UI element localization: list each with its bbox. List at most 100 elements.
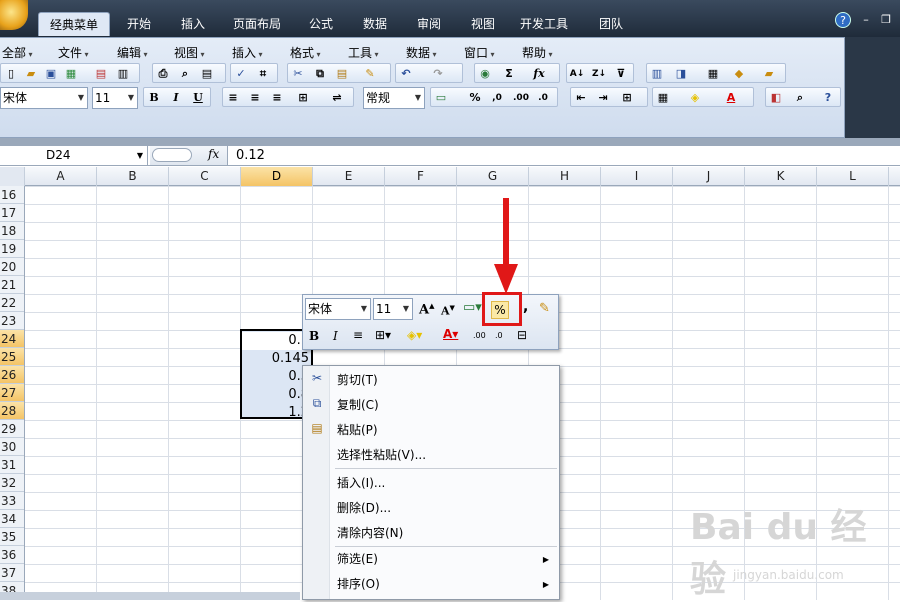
borders-icon[interactable]: ⊞	[619, 90, 635, 106]
new-file-icon[interactable]: ▯	[3, 66, 19, 82]
row-header[interactable]: 31	[0, 456, 24, 474]
row-header[interactable]: 23	[0, 312, 24, 330]
context-clear-contents[interactable]: 清除内容(N)	[337, 522, 403, 544]
menu-view[interactable]: 视图 ▾	[174, 44, 205, 61]
merge-center-icon[interactable]: ⊞	[295, 90, 311, 106]
context-copy[interactable]: 复制(C)	[337, 394, 379, 416]
row-header-selected[interactable]: 27	[0, 384, 24, 402]
tab-formulas[interactable]: 公式	[300, 12, 342, 36]
bold-button[interactable]: B	[146, 90, 162, 106]
mini-fill-color-icon[interactable]: ◈▾	[407, 328, 422, 342]
mini-center-icon[interactable]: ≡	[353, 328, 363, 342]
mini-comma-button[interactable]: ,	[523, 299, 528, 315]
column-header[interactable]: H	[529, 167, 601, 186]
menu-tools[interactable]: 工具 ▾	[348, 44, 379, 61]
align-left-icon[interactable]: ≡	[225, 90, 241, 106]
font-name-select[interactable]: 宋体 ▼	[0, 87, 88, 109]
format-painter-icon[interactable]: ✎	[539, 301, 550, 316]
copy-icon[interactable]: ⧉	[312, 66, 328, 82]
column-header[interactable]: A	[25, 167, 97, 186]
border-grid-icon[interactable]: ▦	[655, 90, 671, 106]
name-box[interactable]: D24 ▼	[0, 146, 148, 165]
column-header[interactable]: I	[601, 167, 673, 186]
column-header[interactable]: C	[169, 167, 241, 186]
wrap-text-icon[interactable]: ⇌	[329, 90, 345, 106]
mini-merge-icon[interactable]: ⊟	[517, 328, 527, 342]
permission-icon[interactable]: ▥	[115, 66, 131, 82]
formula-input[interactable]: 0.12	[236, 146, 265, 165]
row-header[interactable]: 32	[0, 474, 24, 492]
undo-icon[interactable]: ↶	[398, 66, 414, 82]
column-header[interactable]: F	[385, 167, 457, 186]
row-header[interactable]: 34	[0, 510, 24, 528]
mini-font-color-icon[interactable]: A▾	[443, 327, 458, 341]
decrease-indent-icon[interactable]: ⇤	[573, 90, 589, 106]
menu-insert[interactable]: 插入 ▾	[232, 44, 263, 61]
help-icon[interactable]: ?	[835, 12, 851, 28]
currency-icon[interactable]: ▭	[433, 90, 449, 106]
sort-descending-icon[interactable]: Z↓	[591, 66, 607, 82]
row-header[interactable]: 20	[0, 258, 24, 276]
tab-classic-menu[interactable]: 经典菜单	[38, 12, 110, 36]
menu-help[interactable]: 帮助 ▾	[522, 44, 553, 61]
increase-indent-icon[interactable]: ⇥	[595, 90, 611, 106]
minimize-icon[interactable]: –	[858, 12, 874, 28]
column-header[interactable]: J	[673, 167, 745, 186]
tab-page-layout[interactable]: 页面布局	[226, 12, 288, 36]
row-header[interactable]: 36	[0, 546, 24, 564]
row-header[interactable]: 30	[0, 438, 24, 456]
insert-function-icon[interactable]: fx	[531, 66, 547, 82]
context-filter[interactable]: 筛选(E)	[337, 548, 378, 570]
print-icon[interactable]: ⎙	[155, 66, 171, 82]
mini-border-icon[interactable]: ⊞▾	[375, 328, 391, 342]
mini-bold-button[interactable]: B	[309, 329, 319, 343]
tab-home[interactable]: 开始	[118, 12, 160, 36]
menu-data[interactable]: 数据 ▾	[406, 44, 437, 61]
sheet-tabs-bar[interactable]	[0, 592, 300, 600]
fx-icon[interactable]: fx	[208, 147, 219, 161]
excel-icon[interactable]: ▦	[63, 66, 79, 82]
tab-data[interactable]: 数据	[354, 12, 396, 36]
row-header[interactable]: 35	[0, 528, 24, 546]
row-header[interactable]: 21	[0, 276, 24, 294]
sort-ascending-icon[interactable]: A↓	[569, 66, 585, 82]
row-header[interactable]: 19	[0, 240, 24, 258]
decrease-decimal-icon[interactable]: .0	[535, 90, 551, 106]
print-area-icon[interactable]: ▤	[199, 66, 215, 82]
italic-button[interactable]: I	[168, 90, 184, 106]
find-icon[interactable]: ⌕	[792, 90, 808, 106]
office-button[interactable]	[0, 0, 28, 30]
font-size-select[interactable]: 11 ▼	[92, 87, 138, 109]
cell-d24[interactable]: 0.1	[242, 332, 311, 350]
context-cut[interactable]: 剪切(T)	[337, 369, 378, 391]
align-right-icon[interactable]: ≡	[269, 90, 285, 106]
currency-icon[interactable]: ▭▾	[463, 300, 482, 315]
pdf-icon[interactable]: ▤	[93, 66, 109, 82]
row-header[interactable]: 33	[0, 492, 24, 510]
context-insert[interactable]: 插入(I)...	[337, 472, 385, 494]
row-header[interactable]: 22	[0, 294, 24, 312]
drawing-icon[interactable]: ◨	[673, 66, 689, 82]
row-header-selected[interactable]: 24	[0, 330, 24, 348]
row-header[interactable]: 18	[0, 222, 24, 240]
format-painter-icon[interactable]: ✎	[362, 66, 378, 82]
hyperlink-icon[interactable]: ◉	[477, 66, 493, 82]
research-icon[interactable]: ⌗	[255, 66, 271, 82]
context-paste[interactable]: 粘贴(P)	[337, 419, 378, 441]
help-circle-icon[interactable]: ?	[820, 90, 836, 106]
row-header[interactable]: 37	[0, 564, 24, 582]
mini-font-size-select[interactable]: 11 ▼	[373, 298, 413, 320]
cut-icon[interactable]: ✂	[290, 66, 306, 82]
cell-d25[interactable]: 0.145	[242, 350, 311, 368]
formula-handle[interactable]	[152, 148, 192, 162]
menu-window[interactable]: 窗口 ▾	[464, 44, 495, 61]
fill-color-icon[interactable]: ◈	[687, 90, 703, 106]
percent-style-button[interactable]: %	[467, 90, 483, 106]
folder-icon[interactable]: ▰	[761, 66, 777, 82]
mini-italic-button[interactable]: I	[333, 329, 338, 343]
mini-font-name-select[interactable]: 宋体 ▼	[305, 298, 371, 320]
filter-icon[interactable]: ⊽	[613, 66, 629, 82]
row-header[interactable]: 16	[0, 186, 24, 204]
mini-increase-decimal-icon[interactable]: .00	[473, 331, 486, 340]
mini-decrease-decimal-icon[interactable]: .0	[495, 331, 503, 340]
